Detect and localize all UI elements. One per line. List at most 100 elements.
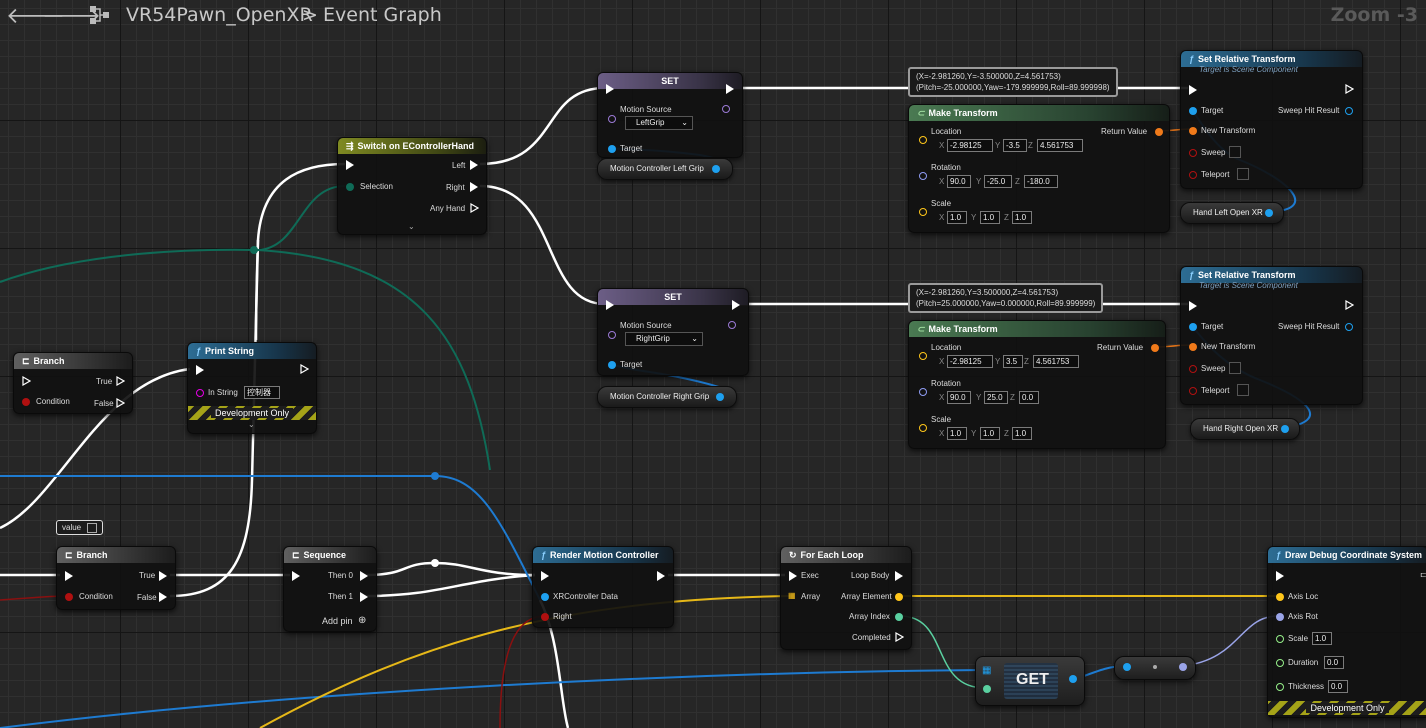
location-z-field[interactable]: 4.561753 xyxy=(1037,139,1083,152)
exec-out-pin[interactable] xyxy=(1345,84,1354,94)
scale-field[interactable]: 1.0 xyxy=(1312,632,1332,645)
chevron-down-icon[interactable]: ⌄ xyxy=(408,222,415,231)
exec-in-pin[interactable] xyxy=(606,300,614,310)
add-pin-icon[interactable]: ⊕ xyxy=(358,615,366,626)
exec-out-pin[interactable] xyxy=(300,364,309,374)
object-pin[interactable] xyxy=(1281,425,1289,433)
object-pin[interactable] xyxy=(1265,209,1273,217)
exec-left-pin[interactable] xyxy=(470,160,478,170)
breadcrumb-blueprint[interactable]: VR54Pawn_OpenXR xyxy=(126,4,313,26)
new-transform-pin[interactable] xyxy=(1189,343,1197,351)
scale-z-field[interactable]: 1.0 xyxy=(1012,427,1032,440)
sequence-node[interactable]: ⊏ Sequence Then 0 Then 1 Add pin ⊕ xyxy=(283,546,377,632)
exec-out-pin[interactable] xyxy=(726,84,734,94)
rotation-x-field[interactable]: 90.0 xyxy=(947,391,971,404)
add-pin-label[interactable]: Add pin xyxy=(322,616,353,626)
scale-y-field[interactable]: 1.0 xyxy=(980,211,1000,224)
object-pin[interactable] xyxy=(716,393,724,401)
axis-rot-pin[interactable] xyxy=(1276,613,1284,621)
target-pin[interactable] xyxy=(1189,107,1197,115)
set-node-right[interactable]: SET Motion Source RightGrip ⌄ Target xyxy=(597,288,749,376)
return-value-pin[interactable] xyxy=(1151,344,1159,352)
value-comment-bubble[interactable]: value xyxy=(56,520,104,535)
return-value-pin[interactable] xyxy=(1155,128,1163,136)
teleport-pin[interactable] xyxy=(1189,387,1197,395)
chevron-down-icon[interactable]: ⌄ xyxy=(248,420,255,429)
var-hand-left-open-xr[interactable]: Hand Left Open XR xyxy=(1180,202,1284,224)
exec-false-pin[interactable] xyxy=(116,398,125,408)
exec-in-pin[interactable] xyxy=(789,571,797,581)
exec-true-pin[interactable] xyxy=(116,376,125,386)
scale-pin[interactable] xyxy=(919,208,927,216)
in-string-pin[interactable] xyxy=(196,389,204,397)
new-transform-pin[interactable] xyxy=(1189,127,1197,135)
thickness-field[interactable]: 0.0 xyxy=(1328,680,1348,693)
set-node-left[interactable]: SET Motion Source LeftGrip ⌄ Target xyxy=(597,72,743,158)
scale-pin[interactable] xyxy=(1276,635,1284,643)
location-y-field[interactable]: 3.5 xyxy=(1003,355,1023,368)
var-motion-controller-left-grip[interactable]: Motion Controller Left Grip xyxy=(597,158,733,180)
sweep-pin[interactable] xyxy=(1189,149,1197,157)
exec-any-hand-pin[interactable] xyxy=(470,203,479,213)
get-array-node[interactable]: ▦ GET xyxy=(975,656,1085,706)
scale-y-field[interactable]: 1.0 xyxy=(980,427,1000,440)
sweep-hit-result-pin[interactable] xyxy=(1345,323,1353,331)
teleport-pin[interactable] xyxy=(1189,171,1197,179)
exec-out-pin[interactable] xyxy=(657,571,665,581)
exec-in-pin[interactable] xyxy=(541,571,549,581)
right-pin[interactable] xyxy=(541,613,549,621)
draw-debug-coordinate-system-node[interactable]: ƒ Draw Debug Coordinate System ⊏ Axis Loc… xyxy=(1267,546,1426,718)
condition-pin[interactable] xyxy=(65,593,73,601)
var-motion-controller-right-grip[interactable]: Motion Controller Right Grip xyxy=(597,386,737,408)
index-pin[interactable] xyxy=(983,685,991,693)
enum-out-pin[interactable] xyxy=(722,105,730,113)
teleport-checkbox[interactable] xyxy=(1237,168,1249,180)
location-pin[interactable] xyxy=(919,136,927,144)
selection-pin[interactable] xyxy=(346,183,354,191)
exec-out-pin[interactable] xyxy=(732,300,740,310)
breadcrumb-graph[interactable]: Event Graph xyxy=(323,4,442,26)
location-x-field[interactable]: -2.98125 xyxy=(947,355,993,368)
var-hand-right-open-xr[interactable]: Hand Right Open XR xyxy=(1190,418,1300,440)
exec-true-pin[interactable] xyxy=(159,571,167,581)
teleport-checkbox[interactable] xyxy=(1237,384,1249,396)
location-y-field[interactable]: -3.5 xyxy=(1003,139,1027,152)
rotation-pin[interactable] xyxy=(919,172,927,180)
array-element-pin[interactable] xyxy=(895,593,903,601)
enum-pin[interactable] xyxy=(608,115,616,123)
target-pin[interactable] xyxy=(608,361,616,369)
duration-pin[interactable] xyxy=(1276,659,1284,667)
scale-pin[interactable] xyxy=(919,424,927,432)
exec-in-pin[interactable] xyxy=(346,160,354,170)
condition-pin[interactable] xyxy=(22,398,30,406)
xr-controller-data-pin[interactable] xyxy=(541,593,549,601)
exec-in-pin[interactable] xyxy=(606,84,614,94)
exec-loop-body-pin[interactable] xyxy=(895,571,903,581)
exec-completed-pin[interactable] xyxy=(895,632,904,642)
make-transform-node-right[interactable]: ⊂ Make Transform Location X -2.98125 Y 3.… xyxy=(908,320,1166,449)
exec-in-pin[interactable] xyxy=(22,376,31,386)
sweep-checkbox[interactable] xyxy=(1229,362,1241,374)
array-grid-icon[interactable]: ▦ xyxy=(788,591,796,600)
axis-loc-pin[interactable] xyxy=(1276,593,1284,601)
print-string-node[interactable]: ƒ Print String In String 控制器 Development … xyxy=(187,342,317,434)
rotation-pin[interactable] xyxy=(919,388,927,396)
switch-on-econtrollerhand-node[interactable]: ⇶ Switch on EControllerHand Selection Lef… xyxy=(337,137,487,235)
rotation-y-field[interactable]: 25.0 xyxy=(984,391,1008,404)
sweep-checkbox[interactable] xyxy=(1229,146,1241,158)
scale-x-field[interactable]: 1.0 xyxy=(947,211,967,224)
location-pin[interactable] xyxy=(919,352,927,360)
branch-node-top[interactable]: ⊏ Branch True Condition False xyxy=(13,352,133,414)
exec-right-pin[interactable] xyxy=(470,182,478,192)
rotation-x-field[interactable]: 90.0 xyxy=(947,175,971,188)
exec-in-pin[interactable] xyxy=(1189,301,1197,311)
object-pin[interactable] xyxy=(712,165,720,173)
exec-in-pin[interactable] xyxy=(1189,85,1197,95)
exec-out-pin[interactable]: ⊏ xyxy=(1420,570,1426,579)
thickness-pin[interactable] xyxy=(1276,683,1284,691)
set-relative-transform-node-left[interactable]: ƒ Set Relative Transform Target is Scene … xyxy=(1180,50,1363,189)
array-index-pin[interactable] xyxy=(895,613,903,621)
target-pin[interactable] xyxy=(1189,323,1197,331)
exec-in-pin[interactable] xyxy=(196,365,204,375)
make-transform-node-left[interactable]: ⊂ Make Transform Location X -2.98125 Y -3… xyxy=(908,104,1170,233)
